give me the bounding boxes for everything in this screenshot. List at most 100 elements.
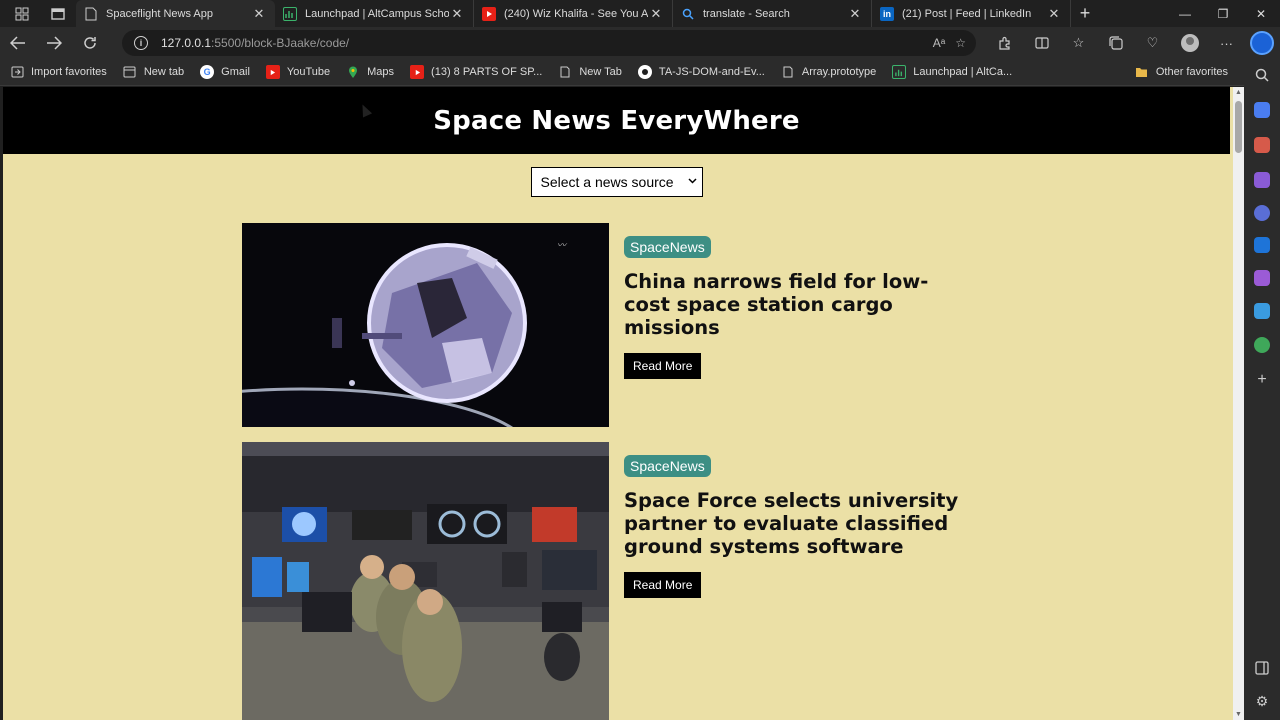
- bookmark-label: New Tab: [579, 66, 622, 78]
- tab-title: (21) Post | Feed | LinkedIn: [902, 7, 1032, 20]
- bookmark-ta-js-dom[interactable]: TA-JS-DOM-and-Ev...: [637, 65, 765, 79]
- scroll-up-icon[interactable]: ▲: [1235, 89, 1242, 96]
- favorite-star-icon[interactable]: ☆: [955, 36, 966, 50]
- tab-youtube[interactable]: (240) Wiz Khalifa - See You Again ✕: [474, 0, 673, 27]
- news-source-select[interactable]: Select a news source: [530, 167, 703, 197]
- forward-icon[interactable]: [36, 27, 72, 59]
- bookmark-label: Other favorites: [1155, 66, 1228, 78]
- site-info-icon[interactable]: i: [134, 36, 148, 50]
- refresh-icon[interactable]: [72, 27, 108, 59]
- new-tab-button[interactable]: +: [1071, 0, 1099, 27]
- bookmark-gmail[interactable]: G Gmail: [200, 65, 250, 79]
- url-text[interactable]: 127.0.0.1:5500/block-BJaake/code/: [161, 36, 349, 50]
- bookmark-label: Maps: [367, 66, 395, 78]
- tab-title: (240) Wiz Khalifa - See You Again: [504, 7, 648, 20]
- address-actions: Aᵃ ☆: [933, 36, 976, 50]
- search-icon: [681, 7, 695, 21]
- tab-linkedin[interactable]: in (21) Post | Feed | LinkedIn ✕: [872, 0, 1071, 27]
- games-icon[interactable]: [1254, 172, 1270, 188]
- article-meta: SpaceNews Space Force selects university…: [624, 455, 969, 598]
- toolbar-right: ☆ ♡ ···: [986, 27, 1245, 59]
- collections-icon[interactable]: [1097, 31, 1134, 55]
- close-icon[interactable]: ✕: [449, 6, 465, 22]
- bing-copilot-icon[interactable]: [1250, 31, 1274, 55]
- bookmark-label: (13) 8 PARTS OF SP...: [431, 66, 543, 78]
- profile-avatar[interactable]: [1171, 31, 1208, 55]
- bookmark-label: TA-JS-DOM-and-Ev...: [658, 66, 765, 78]
- launchpad-icon: [283, 6, 297, 21]
- minimize-icon[interactable]: —: [1166, 0, 1204, 27]
- extensions-icon[interactable]: [986, 31, 1023, 55]
- bookmark-maps[interactable]: Maps: [346, 65, 394, 79]
- shopping-icon[interactable]: [1254, 102, 1270, 118]
- page-scrollbar[interactable]: ▲ ▼: [1233, 87, 1244, 720]
- url-host: 127.0.0.1: [161, 36, 212, 50]
- designer-icon[interactable]: [1254, 270, 1270, 286]
- tab-launchpad[interactable]: Launchpad | AltCampus School - ✕: [275, 0, 474, 27]
- chevron-down-icon: [687, 175, 697, 187]
- site-header: Space News EveryWhere: [3, 87, 1230, 154]
- close-window-icon[interactable]: ✕: [1242, 0, 1280, 27]
- address-bar[interactable]: i 127.0.0.1:5500/block-BJaake/code/ Aᵃ ☆: [122, 30, 976, 56]
- read-aloud-icon[interactable]: Aᵃ: [933, 36, 945, 50]
- bookmark-8-parts[interactable]: (13) 8 PARTS OF SP...: [410, 65, 542, 79]
- close-icon[interactable]: ✕: [648, 6, 664, 22]
- tree-icon[interactable]: [1254, 337, 1270, 353]
- settings-icon[interactable]: ⚙: [1254, 693, 1270, 709]
- back-icon[interactable]: [0, 27, 36, 59]
- page-icon: [781, 65, 795, 79]
- bookmark-import-favorites[interactable]: Import favorites: [10, 65, 107, 79]
- bookmark-new-tab[interactable]: New tab: [123, 65, 184, 79]
- tools-icon[interactable]: [1254, 137, 1270, 153]
- close-icon[interactable]: ✕: [1046, 6, 1062, 22]
- google-icon: G: [200, 65, 215, 79]
- article-image: [242, 442, 609, 720]
- tab-actions-icon[interactable]: [46, 2, 70, 26]
- outlook-icon[interactable]: [1254, 237, 1270, 253]
- github-icon: [637, 65, 652, 79]
- restore-icon[interactable]: ❐: [1204, 0, 1242, 27]
- bookmark-other-favorites[interactable]: Other favorites: [1135, 65, 1228, 79]
- youtube-icon: [265, 65, 280, 79]
- scroll-down-icon[interactable]: ▼: [1235, 711, 1242, 718]
- folder-icon: [1135, 65, 1149, 79]
- send-icon[interactable]: [1254, 303, 1270, 319]
- window-controls: — ❐ ✕: [1166, 0, 1280, 27]
- read-more-button[interactable]: Read More: [624, 572, 702, 598]
- microsoft-365-icon[interactable]: [1254, 205, 1270, 221]
- close-icon[interactable]: ✕: [251, 6, 267, 22]
- add-sidebar-icon[interactable]: +: [1254, 372, 1270, 388]
- workspaces-icon[interactable]: [10, 2, 34, 26]
- favorites-icon[interactable]: ☆: [1060, 31, 1097, 55]
- source-select-wrap: Select a news source: [3, 167, 1230, 197]
- article-meta: SpaceNews China narrows field for low-co…: [624, 236, 969, 379]
- tab-actions: [0, 2, 76, 26]
- bookmark-label: New tab: [143, 66, 185, 78]
- bookmark-label: Import favorites: [31, 66, 107, 78]
- source-badge: SpaceNews: [624, 455, 711, 477]
- source-badge: SpaceNews: [624, 236, 711, 258]
- tab-title: Spaceflight News App: [106, 7, 214, 20]
- scrollbar-thumb[interactable]: [1235, 101, 1242, 153]
- search-icon[interactable]: [1254, 67, 1270, 83]
- browser-essentials-icon[interactable]: ♡: [1134, 31, 1171, 55]
- close-icon[interactable]: ✕: [847, 6, 863, 22]
- split-screen-icon[interactable]: [1023, 31, 1060, 55]
- page-icon: [558, 65, 572, 79]
- bookmark-launchpad[interactable]: Launchpad | AltCa...: [892, 65, 1012, 79]
- tab-strip: Spaceflight News App ✕ Launchpad | AltCa…: [0, 0, 1280, 27]
- bookmark-array-prototype[interactable]: Array.prototype: [781, 65, 876, 79]
- newtab-icon: [123, 65, 137, 79]
- bookmark-new-tab-2[interactable]: New Tab: [558, 65, 622, 79]
- youtube-icon: [482, 6, 496, 21]
- read-more-button[interactable]: Read More: [624, 353, 702, 379]
- bookmark-label: Launchpad | AltCa...: [913, 66, 1013, 78]
- article-title: China narrows field for low-cost space s…: [624, 270, 929, 339]
- tab-spaceflight-news[interactable]: Spaceflight News App ✕: [76, 0, 275, 27]
- browser-toolbar: i 127.0.0.1:5500/block-BJaake/code/ Aᵃ ☆…: [0, 27, 1244, 59]
- bookmark-youtube[interactable]: YouTube: [265, 65, 330, 79]
- more-icon[interactable]: ···: [1208, 31, 1245, 55]
- tab-translate[interactable]: translate - Search ✕: [673, 0, 872, 27]
- sidebar-layout-icon[interactable]: [1254, 660, 1270, 676]
- linkedin-icon: in: [880, 6, 894, 21]
